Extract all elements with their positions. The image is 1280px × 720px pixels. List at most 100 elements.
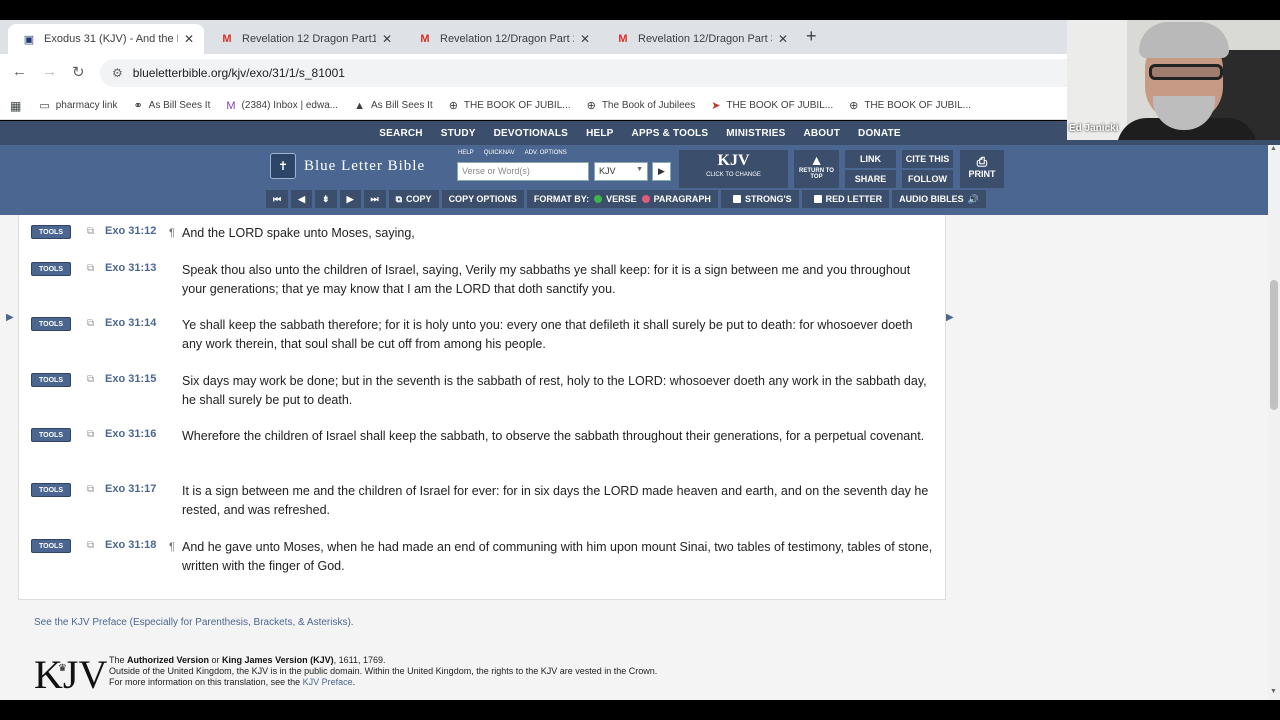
scroll-down-icon[interactable]: ▼	[1270, 688, 1277, 695]
kjv-logo: ♛ KJV	[34, 655, 107, 695]
bookmark-item[interactable]: ⊕ THE BOOK OF JUBIL...	[849, 99, 971, 112]
copy-icon[interactable]: ⧉	[87, 374, 94, 385]
tab-revelation-3[interactable]: M Revelation 12/Dragon Part 3 - E ✕	[602, 24, 798, 54]
return-to-top-button[interactable]: ▲ RETURN TO TOP	[794, 150, 839, 188]
globe-icon: ⊕	[448, 100, 458, 112]
folder-icon: ▭	[39, 100, 50, 112]
tab-exodus[interactable]: ▣ Exodus 31 (KJV) - And the LORD ✕	[8, 24, 204, 54]
speaker-icon: 🔊	[967, 193, 979, 204]
bookmark-item[interactable]: M (2384) Inbox | edwa...	[226, 100, 338, 112]
tools-button[interactable]: TOOLS	[31, 262, 71, 276]
next-chapter-button[interactable]: ▶	[339, 190, 361, 208]
link-icon: ➤	[711, 100, 721, 112]
paragraph-radio[interactable]	[641, 195, 650, 203]
back-icon[interactable]: ←	[12, 63, 27, 80]
follow-button[interactable]: FOLLOW	[902, 170, 953, 188]
tools-button[interactable]: TOOLS	[31, 483, 71, 497]
bookmark-item[interactable]: ⊕ The Book of Jubilees	[587, 99, 696, 112]
menu-study[interactable]: STUDY	[441, 128, 476, 139]
close-icon[interactable]: ✕	[184, 32, 194, 46]
print-button[interactable]: ⎙ PRINT	[960, 150, 1004, 188]
tab-revelation-2[interactable]: M Revelation 12/Dragon Part 2 - E ✕	[404, 24, 600, 54]
bookmark-item[interactable]: ▭ pharmacy link	[39, 99, 117, 112]
copy-button[interactable]: ⧉ COPY	[388, 190, 439, 208]
tools-button[interactable]: TOOLS	[31, 539, 71, 553]
close-icon[interactable]: ✕	[778, 32, 788, 46]
tools-button[interactable]: TOOLS	[31, 373, 71, 387]
paragraph-icon: ¶	[169, 541, 175, 553]
link-button[interactable]: LINK	[845, 150, 896, 168]
tools-button[interactable]: TOOLS	[31, 317, 71, 331]
cite-button[interactable]: CITE THIS	[902, 150, 953, 168]
help-link[interactable]: HELP	[458, 150, 474, 156]
verse-ref[interactable]: Exo 31:18	[105, 539, 156, 551]
search-input[interactable]: Verse or Word(s)	[457, 162, 589, 181]
quicknav-link[interactable]: QUICKNAV	[484, 150, 515, 156]
verse-ref[interactable]: Exo 31:14	[105, 317, 156, 329]
kjv-preface-inline-link[interactable]: KJV Preface	[303, 677, 353, 687]
close-icon[interactable]: ✕	[580, 32, 590, 46]
format-by-group: FORMAT BY: VERSE PARAGRAPH	[526, 190, 718, 208]
version-change-button[interactable]: KJV CLICK TO CHANGE	[679, 150, 788, 188]
menu-search[interactable]: SEARCH	[379, 128, 422, 139]
bookmark-item[interactable]: ⚭ As Bill Sees It	[133, 99, 210, 112]
version-select[interactable]: KJV ▼	[594, 162, 648, 181]
copy-icon[interactable]: ⧉	[87, 263, 94, 274]
red-letter-toggle[interactable]: RED LETTER	[801, 190, 890, 208]
top-black-bar	[0, 0, 1280, 20]
link-icon: ▲	[354, 99, 365, 112]
address-bar[interactable]: ⚙ blueletterbible.org/kjv/exo/31/1/s_810…	[100, 59, 1080, 87]
page-scrollbar[interactable]: ▲ ▼	[1268, 145, 1280, 700]
menu-about[interactable]: ABOUT	[803, 128, 840, 139]
menu-donate[interactable]: DONATE	[858, 128, 901, 139]
checkbox-icon	[732, 195, 741, 203]
apps-grid-icon[interactable]: ▦	[10, 99, 21, 113]
share-button[interactable]: SHARE	[845, 170, 896, 188]
site-info-icon[interactable]: ⚙	[112, 66, 123, 80]
strongs-toggle[interactable]: STRONG'S	[720, 190, 799, 208]
blb-logo[interactable]: ✝ Blue Letter Bible	[270, 153, 425, 179]
glasses	[1149, 64, 1223, 80]
tools-button[interactable]: TOOLS	[31, 428, 71, 442]
scroll-up-icon[interactable]: ▲	[1270, 145, 1277, 152]
forward-icon[interactable]: →	[42, 63, 57, 80]
close-icon[interactable]: ✕	[382, 32, 392, 46]
menu-help[interactable]: HELP	[586, 128, 613, 139]
prev-chapter-button[interactable]: ◀	[291, 190, 313, 208]
copy-icon[interactable]: ⧉	[87, 318, 94, 329]
scroll-thumb[interactable]	[1270, 280, 1278, 410]
tab-revelation-1[interactable]: M Revelation 12 Dragon Part1 - b ✕	[206, 24, 402, 54]
side-panel-right-arrow[interactable]: ▶	[946, 312, 954, 323]
bookmark-item[interactable]: ➤ THE BOOK OF JUBIL...	[711, 99, 833, 112]
tools-button[interactable]: TOOLS	[31, 225, 71, 239]
adv-options-link[interactable]: ADV. OPTIONS	[525, 150, 567, 156]
copy-icon[interactable]: ⧉	[87, 429, 94, 440]
participant-name: Ed Janicki	[1069, 123, 1119, 134]
verse-ref[interactable]: Exo 31:17	[105, 483, 156, 495]
side-panel-left-arrow[interactable]: ▶	[6, 312, 14, 323]
jump-down-button[interactable]: ⇟	[315, 190, 337, 208]
bookmark-item[interactable]: ⊕ THE BOOK OF JUBIL...	[449, 99, 571, 112]
copy-icon[interactable]: ⧉	[87, 540, 94, 551]
tab-title: Revelation 12 Dragon Part1 - b	[242, 33, 376, 45]
menu-devotionals[interactable]: DEVOTIONALS	[494, 128, 568, 139]
menu-apps-tools[interactable]: APPS & TOOLS	[632, 128, 709, 139]
bookmark-item[interactable]: ▲ As Bill Sees It	[354, 100, 433, 112]
copy-icon[interactable]: ⧉	[87, 226, 94, 237]
verse-ref[interactable]: Exo 31:16	[105, 428, 156, 440]
verse-text: It is a sign between me and the children…	[182, 484, 929, 517]
menu-ministries[interactable]: MINISTRIES	[726, 128, 785, 139]
last-chapter-button[interactable]: ⏭	[363, 190, 386, 208]
verse-ref[interactable]: Exo 31:12	[105, 225, 156, 237]
first-chapter-button[interactable]: ⏮	[266, 190, 289, 208]
verse-ref[interactable]: Exo 31:15	[105, 373, 156, 385]
verse-radio[interactable]	[594, 195, 603, 203]
audio-bibles-button[interactable]: AUDIO BIBLES 🔊	[892, 190, 986, 208]
copy-icon[interactable]: ⧉	[87, 484, 94, 495]
verse-ref[interactable]: Exo 31:13	[105, 262, 156, 274]
kjv-preface-link[interactable]: See the KJV Preface (Especially for Pare…	[34, 617, 354, 628]
copy-options-button[interactable]: COPY OPTIONS	[441, 190, 524, 208]
reload-icon[interactable]: ↻	[72, 63, 85, 81]
search-go-button[interactable]: ▶	[652, 162, 671, 181]
new-tab-button[interactable]: +	[806, 26, 817, 47]
